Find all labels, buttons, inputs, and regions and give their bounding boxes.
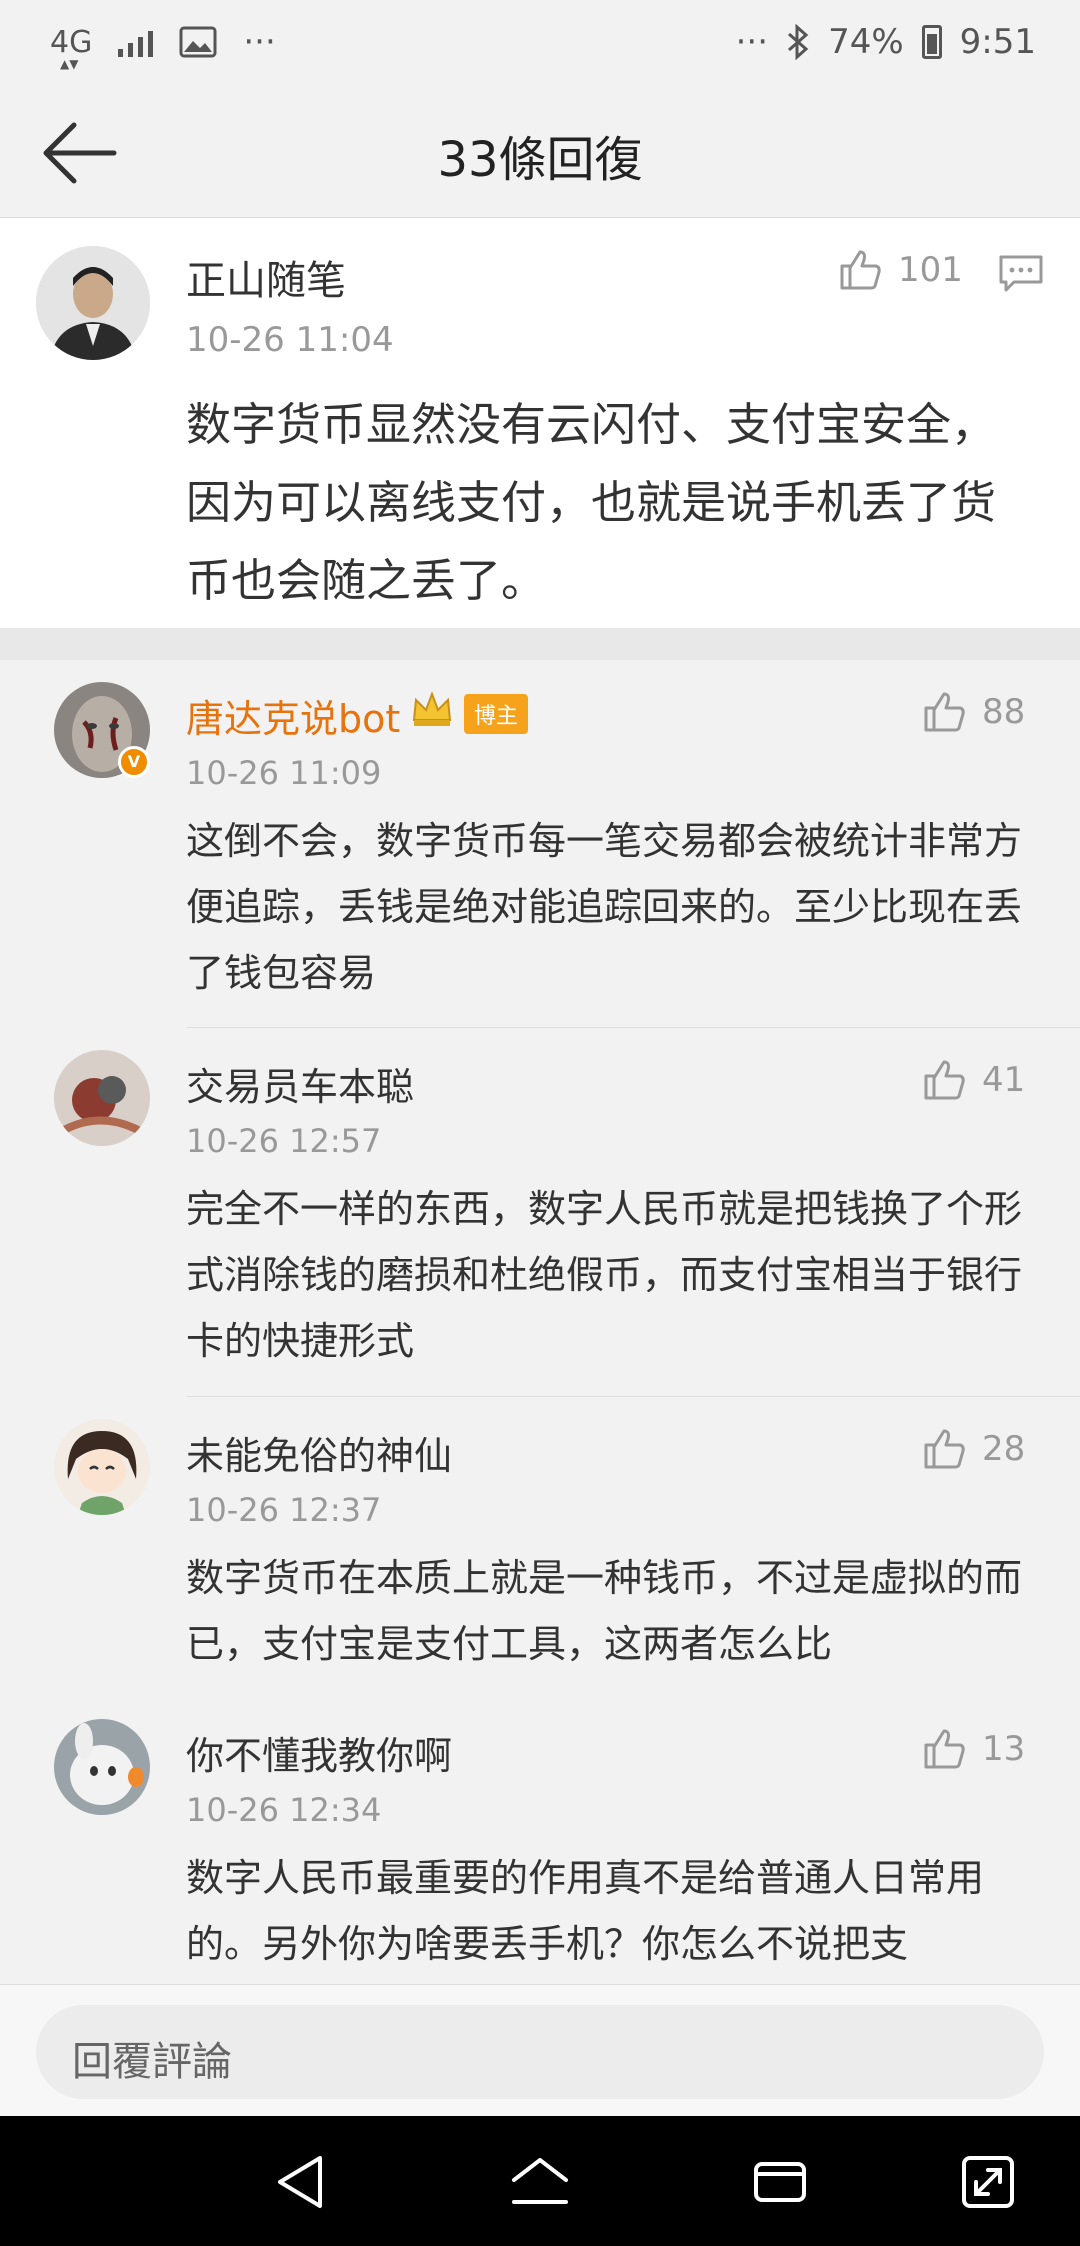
thumbs-up-icon: [924, 1729, 965, 1769]
reply-text: 完全不一样的东西，数字人民币就是把钱换了个形式消除钱的磨损和杜绝假币，而支付宝相…: [186, 1187, 1023, 1363]
reply-author[interactable]: 未能免俗的神仙: [186, 1425, 452, 1480]
list-item[interactable]: V 唐达克说bot 博主 10-26 11:09 88 这倒不会，数字货币每一笔…: [0, 660, 1080, 1028]
comment-text: 数字货币显然没有云闪付、支付宝安全，因为可以离线支付，也就是说手机丢了货币也会随…: [186, 398, 997, 607]
network-indicator: 4G ▲▼: [50, 24, 93, 71]
reply-text: 数字货币在本质上就是一种钱币，不过是虚拟的而已，支付宝是支付工具，这两者怎么比: [186, 1556, 1023, 1666]
reply-text: 数字人民币最重要的作用真不是给普通人日常用的。另外你为啥要丢手机？你怎么不说把支: [186, 1856, 985, 1966]
reply-input-placeholder: 回覆評論: [72, 2039, 232, 2085]
reply-author[interactable]: 交易员车本聪: [186, 1056, 414, 1111]
image-icon: [179, 26, 217, 58]
like-count: 88: [982, 692, 1026, 732]
like-count: 101: [898, 250, 963, 290]
avatar[interactable]: [54, 1719, 150, 1815]
like-count: 41: [982, 1060, 1026, 1100]
reply-time: 10-26 12:57: [186, 1122, 382, 1160]
more-notifications: ···: [243, 22, 276, 62]
like-count: 13: [982, 1729, 1026, 1769]
reply-list: V 唐达克说bot 博主 10-26 11:09 88 这倒不会，数字货币每一笔…: [0, 660, 1080, 1984]
avatar[interactable]: [36, 246, 150, 360]
thumbs-up-icon: [924, 1429, 965, 1469]
reply-text: 这倒不会，数字货币每一笔交易都会被统计非常方便追踪，丢钱是绝对能追踪回来的。至少…: [186, 819, 1023, 995]
nav-expand-icon[interactable]: [956, 2150, 1020, 2214]
avatar[interactable]: [54, 1050, 150, 1146]
list-item[interactable]: 你不懂我教你啊 10-26 12:34 13 数字人民币最重要的作用真不是给普通…: [0, 1697, 1080, 1984]
crown-icon: [412, 691, 452, 726]
anime-girl-avatar-icon: [54, 1419, 150, 1515]
like-button[interactable]: 13: [920, 1725, 1025, 1773]
reply-bar: 回覆評論: [0, 1984, 1080, 2116]
reply-time: 10-26 11:09: [186, 754, 382, 792]
main-comment: 正山随笔 10-26 11:04 101 数字货币显然没有云闪付、支付宝安全，因…: [0, 218, 1080, 628]
nav-recents-icon[interactable]: [748, 2150, 812, 2214]
thumbs-up-icon: [840, 250, 881, 290]
bluetooth-icon: [788, 24, 809, 60]
nav-back-icon[interactable]: [270, 2150, 334, 2214]
like-button[interactable]: 101: [836, 246, 963, 294]
rabbit-avatar-icon: [54, 1719, 150, 1815]
section-divider: [0, 628, 1080, 660]
thumbs-up-icon: [924, 692, 965, 732]
person-avatar-icon: [36, 246, 150, 360]
battery-icon: [921, 25, 942, 59]
clock: 9:51: [959, 22, 1036, 62]
comment-icon[interactable]: [998, 254, 1044, 294]
avatar[interactable]: [54, 1419, 150, 1515]
blogger-badge: 博主: [464, 694, 529, 734]
page-title: 33條回復: [437, 132, 643, 188]
thumbs-up-icon: [924, 1060, 965, 1100]
comment-author[interactable]: 正山随笔: [186, 248, 346, 306]
top-bar: 33條回復: [0, 90, 1080, 218]
status-bar: 4G ▲▼ ··· ··· 74% 9:51: [0, 0, 1080, 90]
like-button[interactable]: 41: [920, 1056, 1025, 1104]
comment-time: 10-26 11:04: [186, 320, 394, 360]
system-nav-bar: [0, 2116, 1080, 2246]
like-button[interactable]: 28: [920, 1425, 1025, 1473]
like-button[interactable]: 88: [920, 688, 1025, 736]
like-count: 28: [982, 1429, 1026, 1469]
verified-icon: V: [118, 746, 150, 778]
reply-author[interactable]: 你不懂我教你啊: [186, 1725, 452, 1780]
reply-time: 10-26 12:37: [186, 1491, 382, 1529]
battery-percent: 74%: [828, 22, 904, 62]
nav-home-icon[interactable]: [508, 2150, 572, 2214]
signal-icon: [118, 27, 154, 57]
more-status: ···: [735, 22, 769, 62]
painting-avatar-icon: [54, 1050, 150, 1146]
reply-time: 10-26 12:34: [186, 1791, 382, 1829]
reply-author[interactable]: 唐达克说bot: [186, 688, 400, 743]
list-item[interactable]: 交易员车本聪 10-26 12:57 41 完全不一样的东西，数字人民币就是把钱…: [0, 1028, 1080, 1397]
reply-input[interactable]: 回覆評論: [36, 2005, 1044, 2099]
list-item[interactable]: 未能免俗的神仙 10-26 12:37 28 数字货币在本质上就是一种钱币，不过…: [0, 1397, 1080, 1697]
